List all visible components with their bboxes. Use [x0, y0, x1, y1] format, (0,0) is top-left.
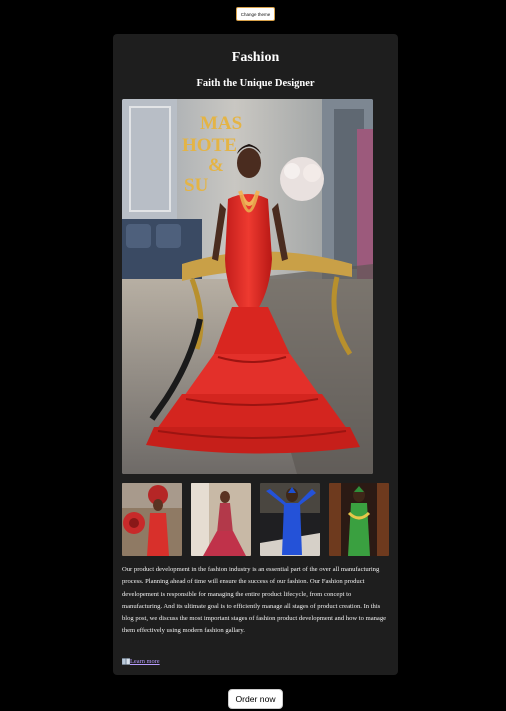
blog-text: Our product development in the fashion i… [122, 566, 387, 635]
gallery-thumb-3[interactable] [260, 483, 320, 556]
order-now-button[interactable]: Order now [228, 689, 283, 709]
fashion-card: Fashion Faith the Unique Designer MAS HO… [113, 34, 398, 675]
svg-text:&: & [208, 155, 224, 176]
card-subtitle: Faith the Unique Designer [196, 78, 315, 89]
change-theme-button[interactable]: Change theme [236, 7, 275, 21]
svg-text:SU: SU [184, 175, 209, 196]
gallery-thumb-2[interactable] [191, 483, 251, 556]
learn-more-label: Learn more [130, 658, 160, 665]
learn-more-link[interactable]: Learn more [121, 658, 160, 665]
gallery-thumb-1[interactable] [122, 483, 182, 556]
card-title: Fashion [231, 50, 280, 65]
book-icon [121, 658, 131, 665]
page: Change theme Fashion Faith the Unique De… [0, 0, 506, 711]
main-fashion-photo: MAS HOTE & SU [122, 99, 373, 474]
svg-text:HOTE: HOTE [182, 135, 237, 156]
svg-text:MAS: MAS [200, 113, 242, 134]
gallery-thumb-4[interactable] [329, 483, 389, 556]
